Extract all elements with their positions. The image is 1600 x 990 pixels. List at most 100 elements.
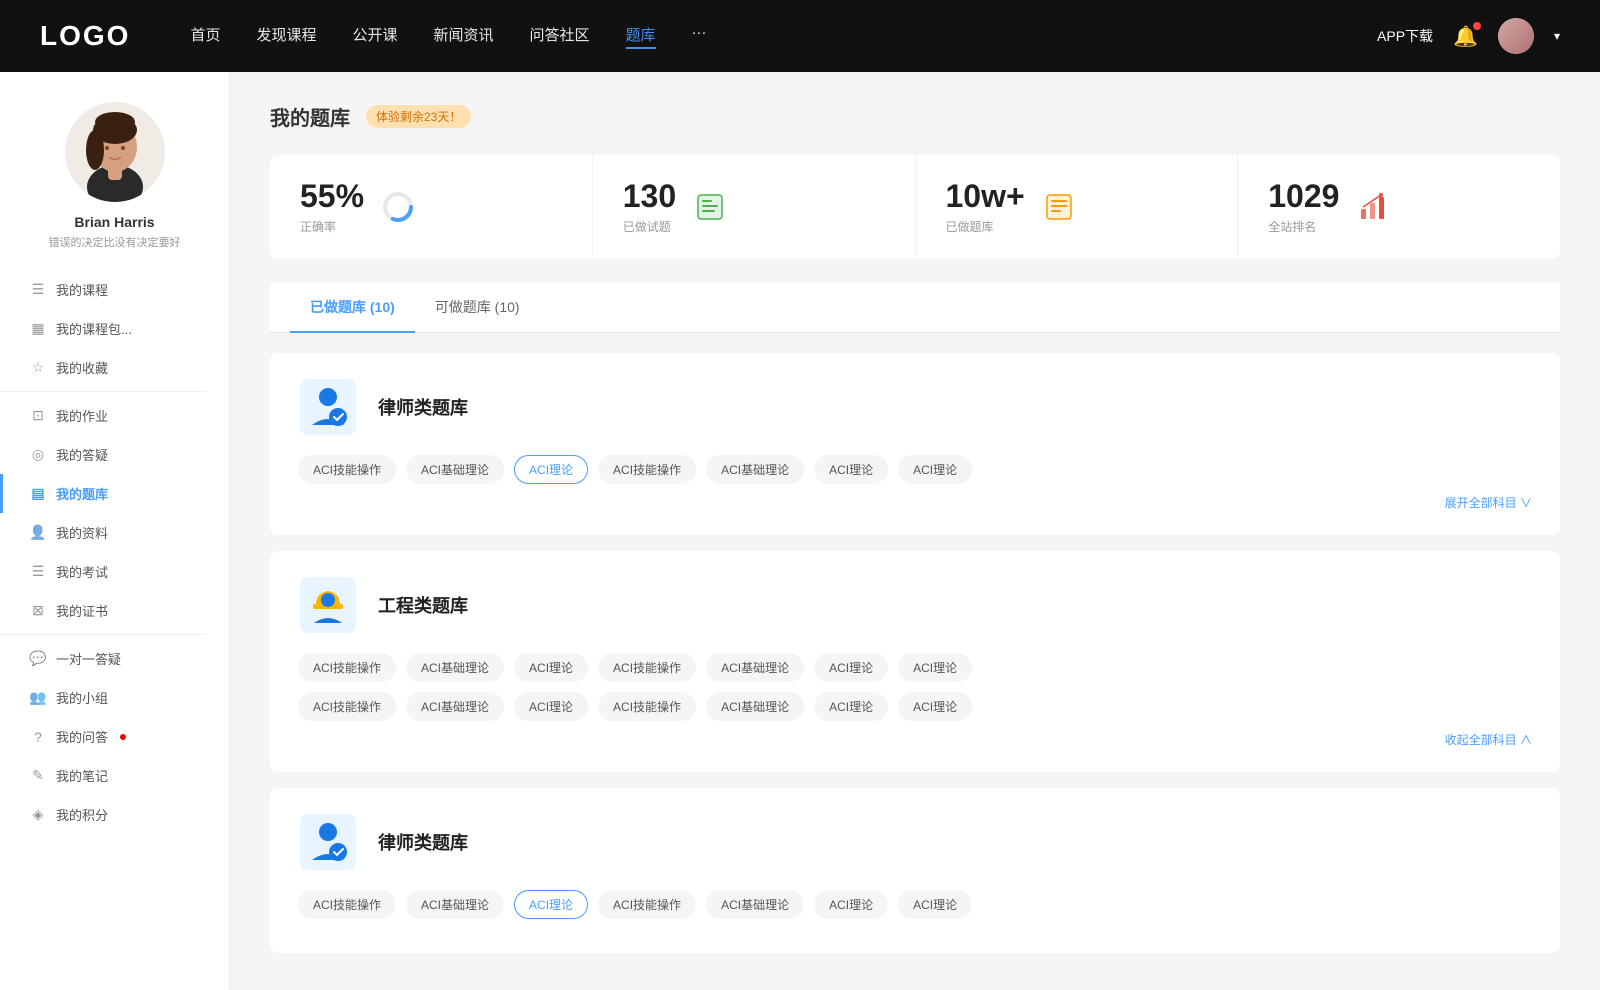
tag[interactable]: ACI技能操作 — [298, 455, 396, 484]
profile-icon: 👤 — [30, 525, 46, 541]
page-title: 我的题库 — [270, 102, 350, 131]
app-download-button[interactable]: APP下载 — [1377, 26, 1433, 46]
tag[interactable]: ACI理论 — [814, 692, 888, 721]
points-icon: ◈ — [30, 807, 46, 823]
tag[interactable]: ACI基础理论 — [706, 890, 804, 919]
tag[interactable]: ACI基础理论 — [406, 653, 504, 682]
sidebar-item-question-bank[interactable]: ▤ 我的题库 — [0, 474, 229, 513]
stat-ranking: 1029 全站排名 — [1238, 155, 1560, 259]
sidebar-item-group[interactable]: 👥 我的小组 — [0, 678, 229, 717]
sidebar-item-questions[interactable]: ◎ 我的答疑 — [0, 435, 229, 474]
nav-open[interactable]: 公开课 — [352, 24, 397, 49]
sidebar-item-homework[interactable]: ⊡ 我的作业 — [0, 396, 229, 435]
bank-name-engineer: 工程类题库 — [378, 592, 468, 618]
group-icon: 👥 — [30, 690, 46, 706]
tag[interactable]: ACI理论 — [898, 890, 972, 919]
tag[interactable]: ACI技能操作 — [298, 692, 396, 721]
question-bank-icon: ▤ — [30, 486, 46, 502]
accuracy-label: 正确率 — [300, 218, 364, 235]
stat-main: 10w+ 已做题库 — [946, 179, 1025, 235]
tag-selected[interactable]: ACI理论 — [514, 455, 588, 484]
sidebar-label: 我的收藏 — [56, 358, 108, 377]
content-area: 我的题库 体验剩余23天！ 55% 正确率 1 — [230, 72, 1600, 990]
questions-done-label: 已做试题 — [623, 218, 676, 235]
tag[interactable]: ACI理论 — [814, 890, 888, 919]
ranking-value: 1029 — [1268, 179, 1339, 214]
sidebar-item-exam[interactable]: ☰ 我的考试 — [0, 552, 229, 591]
stats-row: 55% 正确率 130 已做试题 — [270, 155, 1560, 259]
nav-qa[interactable]: 问答社区 — [530, 24, 590, 49]
bell-dot — [1473, 22, 1481, 30]
nav-news[interactable]: 新闻资讯 — [434, 24, 494, 49]
collapse-link[interactable]: 收起全部科目 ∧ — [298, 731, 1532, 748]
sidebar-label: 我的资料 — [56, 523, 108, 542]
sidebar-label: 我的课程包... — [56, 319, 132, 338]
avatar-svg — [65, 102, 165, 202]
tag[interactable]: ACI理论 — [814, 455, 888, 484]
tag[interactable]: ACI基础理论 — [406, 890, 504, 919]
tag[interactable]: ACI技能操作 — [598, 890, 696, 919]
sidebar-menu: ☰ 我的课程 ▦ 我的课程包... ☆ 我的收藏 ⊡ 我的作业 ◎ 我的答疑 ▤ — [0, 270, 229, 834]
tag[interactable]: ACI理论 — [898, 692, 972, 721]
tag[interactable]: ACI技能操作 — [598, 692, 696, 721]
tag[interactable]: ACI技能操作 — [298, 890, 396, 919]
sidebar-item-my-qa[interactable]: ? 我的问答 — [0, 717, 229, 756]
navbar: LOGO 首页 发现课程 公开课 新闻资讯 问答社区 题库 ··· APP下载 … — [0, 0, 1600, 72]
tag[interactable]: ACI基础理论 — [706, 692, 804, 721]
tag-selected[interactable]: ACI理论 — [514, 890, 588, 919]
sidebar-item-profile[interactable]: 👤 我的资料 — [0, 513, 229, 552]
sidebar-item-certificate[interactable]: ⊠ 我的证书 — [0, 591, 229, 630]
banks-done-label: 已做题库 — [946, 218, 1025, 235]
tag[interactable]: ACI技能操作 — [298, 653, 396, 682]
tag[interactable]: ACI理论 — [898, 455, 972, 484]
navbar-logo[interactable]: LOGO — [40, 20, 130, 52]
avatar-image — [1498, 18, 1534, 54]
questions-done-value: 130 — [623, 179, 676, 214]
tag[interactable]: ACI基础理论 — [406, 455, 504, 484]
tag[interactable]: ACI理论 — [514, 692, 588, 721]
tags-row-lawyer-2: ACI技能操作 ACI基础理论 ACI理论 ACI技能操作 ACI基础理论 AC… — [298, 890, 1532, 919]
banks-done-value: 10w+ — [946, 179, 1025, 214]
nav-home[interactable]: 首页 — [190, 24, 220, 49]
profile-dropdown-arrow[interactable]: ▾ — [1554, 29, 1560, 43]
tag[interactable]: ACI技能操作 — [598, 455, 696, 484]
sidebar-item-points[interactable]: ◈ 我的积分 — [0, 795, 229, 834]
tag[interactable]: ACI理论 — [514, 653, 588, 682]
tag[interactable]: ACI基础理论 — [406, 692, 504, 721]
avatar[interactable] — [1498, 18, 1534, 54]
tab-available-banks[interactable]: 可做题库 (10) — [415, 283, 540, 333]
sidebar-label: 我的笔记 — [56, 766, 108, 785]
sidebar-item-my-courses[interactable]: ☰ 我的课程 — [0, 270, 229, 309]
questions-icon: ◎ — [30, 447, 46, 463]
sidebar-label: 我的小组 — [56, 688, 108, 707]
tag[interactable]: ACI理论 — [898, 653, 972, 682]
nav-courses[interactable]: 发现课程 — [256, 24, 316, 49]
navbar-nav: 首页 发现课程 公开课 新闻资讯 问答社区 题库 ··· — [190, 24, 1377, 49]
tab-done-banks[interactable]: 已做题库 (10) — [290, 283, 415, 333]
questions-done-icon — [692, 189, 728, 225]
sidebar-item-favorites[interactable]: ☆ 我的收藏 — [0, 348, 229, 387]
page-header: 我的题库 体验剩余23天！ — [270, 102, 1560, 131]
tag[interactable]: ACI基础理论 — [706, 653, 804, 682]
sidebar-label: 我的答疑 — [56, 445, 108, 464]
exam-icon: ☰ — [30, 564, 46, 580]
tags-row-engineer-2: ACI技能操作 ACI基础理论 ACI理论 ACI技能操作 ACI基础理论 AC… — [298, 692, 1532, 721]
engineer-icon — [298, 575, 358, 635]
sidebar-item-course-package[interactable]: ▦ 我的课程包... — [0, 309, 229, 348]
sidebar-item-notes[interactable]: ✎ 我的笔记 — [0, 756, 229, 795]
nav-question-bank[interactable]: 题库 — [626, 24, 656, 49]
stat-main: 1029 全站排名 — [1268, 179, 1339, 235]
unread-dot — [120, 734, 126, 740]
navbar-right: APP下载 🔔 ▾ — [1377, 18, 1560, 54]
tutoring-icon: 💬 — [30, 651, 46, 667]
expand-link[interactable]: 展开全部科目 ∨ — [298, 494, 1532, 511]
sidebar-motto: 错误的决定比没有决定要好 — [49, 234, 181, 250]
tag[interactable]: ACI理论 — [814, 653, 888, 682]
sidebar-item-tutoring[interactable]: 💬 一对一答疑 — [0, 639, 229, 678]
tag[interactable]: ACI技能操作 — [598, 653, 696, 682]
tag[interactable]: ACI基础理论 — [706, 455, 804, 484]
nav-more[interactable]: ··· — [692, 24, 707, 49]
favorites-icon: ☆ — [30, 360, 46, 376]
notification-bell[interactable]: 🔔 — [1453, 24, 1478, 49]
banks-done-icon — [1041, 189, 1077, 225]
